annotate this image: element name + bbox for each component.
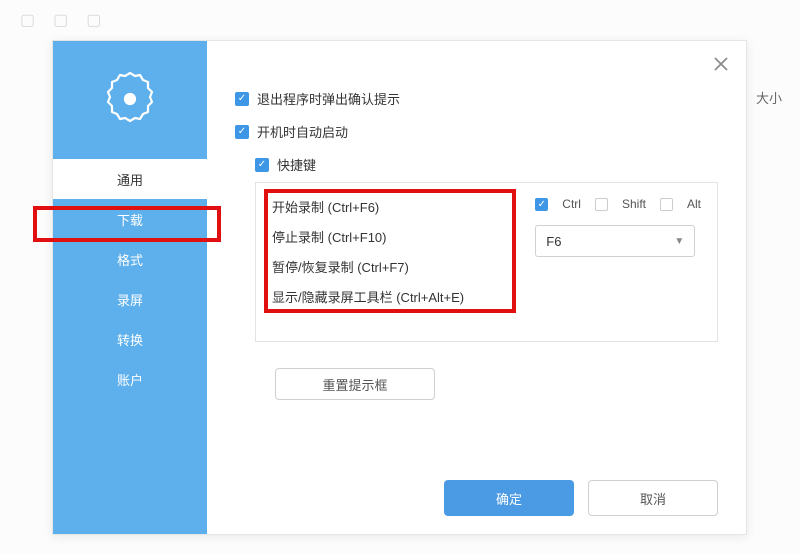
ok-button[interactable]: 确定 — [444, 480, 574, 516]
checkbox-checked-icon: ✓ — [255, 158, 269, 172]
cancel-button[interactable]: 取消 — [588, 480, 718, 516]
checkbox-checked-icon: ✓ — [235, 125, 249, 139]
sidebar-item-label: 下载 — [117, 210, 143, 229]
startup-label: 开机时自动启动 — [257, 122, 348, 141]
sidebar-item-label: 转换 — [117, 330, 143, 349]
sidebar-item-download[interactable]: 下载 — [53, 199, 207, 239]
settings-dialog: 通用 下载 格式 录屏 转换 账户 ✓ 退出程序时弹出确认提示 ✓ 开机时自动启… — [52, 40, 747, 535]
sidebar-item-format[interactable]: 格式 — [53, 239, 207, 279]
close-button[interactable] — [712, 55, 730, 78]
sidebar-item-label: 通用 — [117, 170, 143, 189]
gear-icon — [98, 67, 162, 131]
sidebar-item-record[interactable]: 录屏 — [53, 279, 207, 319]
hotkey-item[interactable]: 显示/隐藏录屏工具栏 (Ctrl+Alt+E) — [272, 287, 701, 306]
sidebar-item-account[interactable]: 账户 — [53, 359, 207, 399]
sidebar-item-general[interactable]: 通用 — [53, 159, 207, 199]
sidebar-item-label: 账户 — [117, 370, 143, 389]
sidebar-item-convert[interactable]: 转换 — [53, 319, 207, 359]
shift-checkbox[interactable] — [595, 198, 608, 211]
chevron-down-icon: ▼ — [674, 236, 684, 247]
key-select-value: F6 — [546, 234, 561, 249]
settings-content: ✓ 退出程序时弹出确认提示 ✓ 开机时自动启动 ✓ 快捷键 开始录制 (Ctrl… — [207, 41, 746, 534]
ctrl-checkbox[interactable]: ✓ — [535, 198, 548, 211]
sidebar-item-label: 格式 — [117, 250, 143, 269]
cancel-label: 取消 — [640, 489, 666, 508]
reset-button[interactable]: 重置提示框 — [275, 368, 435, 400]
toolbar-icon: ▢ — [86, 10, 101, 30]
hotkey-item[interactable]: 暂停/恢复录制 (Ctrl+F7) — [272, 257, 701, 276]
checkbox-checked-icon: ✓ — [235, 92, 249, 106]
background-toolbar: ▢ ▢ ▢ — [0, 0, 800, 40]
toolbar-icon: ▢ — [20, 10, 35, 30]
sidebar-item-label: 录屏 — [117, 290, 143, 309]
column-header-size: 大小 — [756, 88, 782, 107]
hotkey-enable-row[interactable]: ✓ 快捷键 — [255, 155, 718, 174]
settings-sidebar: 通用 下载 格式 录屏 转换 账户 — [53, 41, 207, 534]
ok-label: 确定 — [496, 489, 522, 508]
reset-label: 重置提示框 — [322, 375, 387, 394]
hotkey-label: 快捷键 — [277, 155, 316, 174]
exit-confirm-label: 退出程序时弹出确认提示 — [257, 89, 400, 108]
toolbar-icon: ▢ — [53, 10, 68, 30]
key-select-dropdown[interactable]: F6 ▼ — [535, 225, 695, 257]
alt-label: Alt — [687, 197, 701, 211]
ctrl-label: Ctrl — [562, 197, 581, 211]
startup-row[interactable]: ✓ 开机时自动启动 — [235, 122, 718, 141]
modifier-row: ✓ Ctrl Shift Alt — [535, 197, 701, 211]
alt-checkbox[interactable] — [660, 198, 673, 211]
shift-label: Shift — [622, 197, 646, 211]
exit-confirm-row[interactable]: ✓ 退出程序时弹出确认提示 — [235, 89, 718, 108]
hotkey-panel: 开始录制 (Ctrl+F6) 停止录制 (Ctrl+F10) 暂停/恢复录制 (… — [255, 182, 718, 342]
dialog-footer: 确定 取消 — [444, 480, 718, 516]
